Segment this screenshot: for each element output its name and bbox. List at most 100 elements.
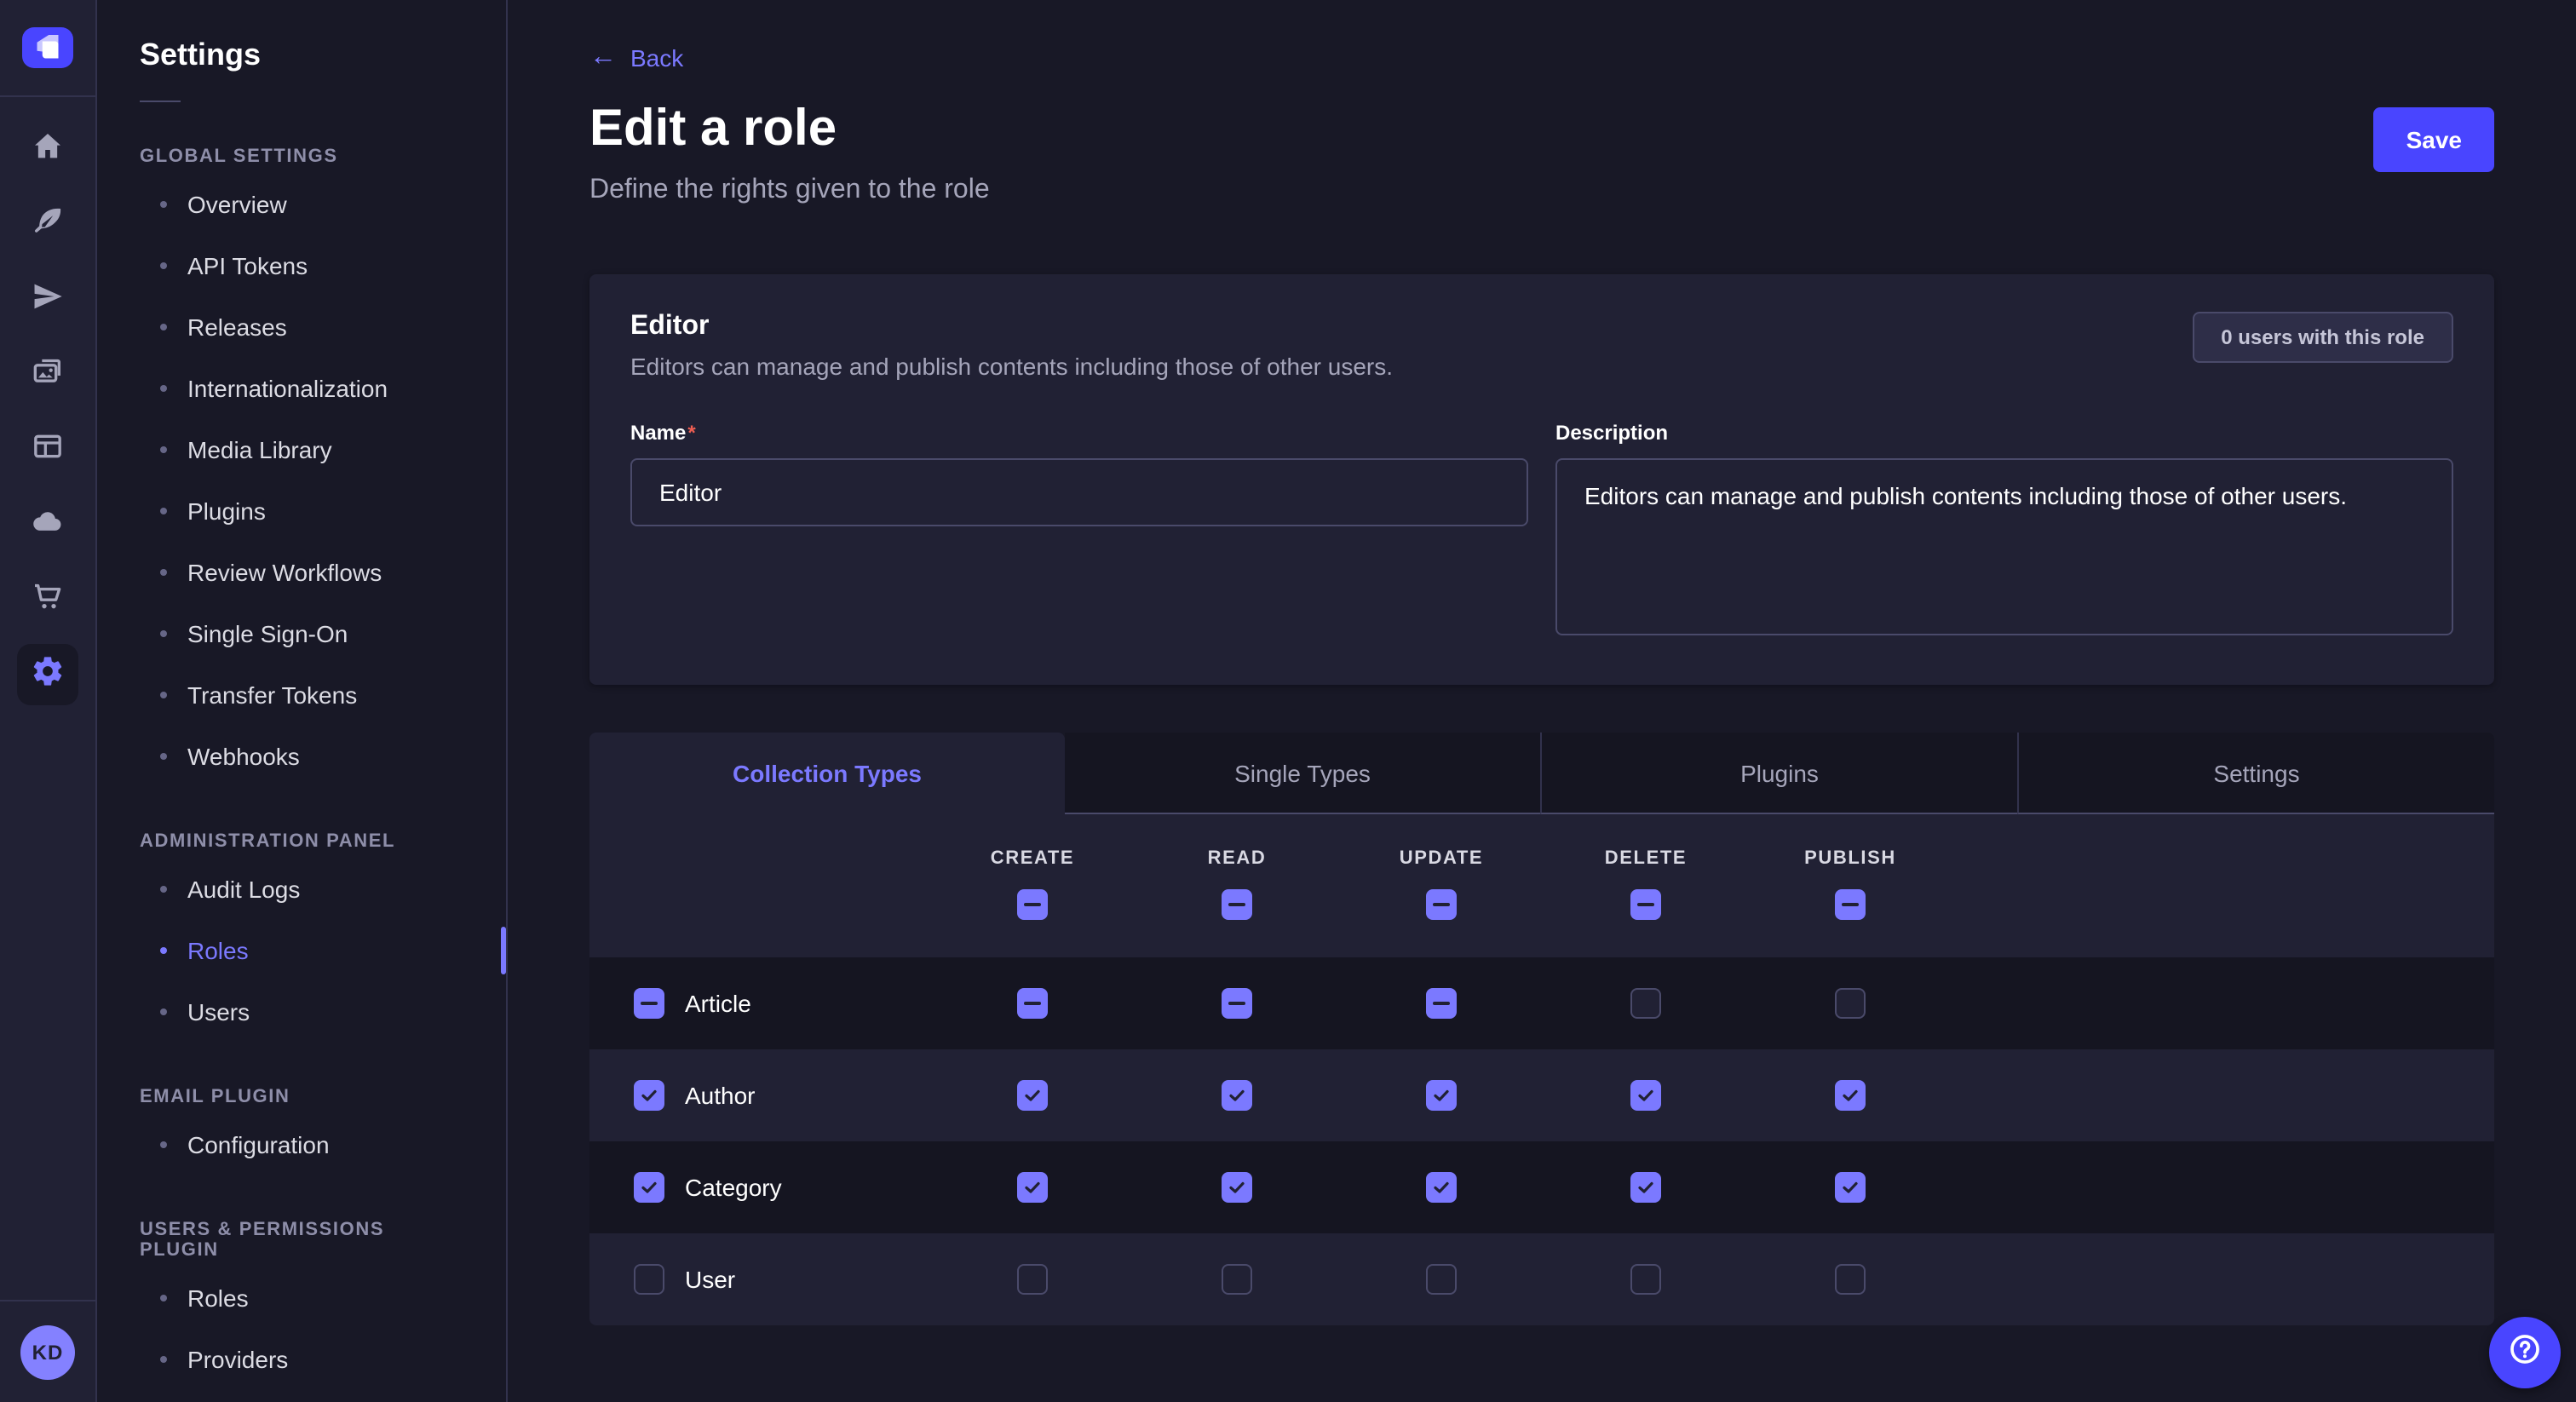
help-button[interactable] <box>2489 1317 2561 1388</box>
permission-row-user: User <box>589 1233 2494 1325</box>
bullet-icon <box>160 1141 167 1148</box>
sidebar-item-releases[interactable]: Releases <box>99 296 506 358</box>
bullet-icon <box>160 630 167 637</box>
main-content: ← Back Edit a role Define the rights giv… <box>508 0 2576 1402</box>
required-asterisk: * <box>687 421 695 445</box>
permissions-rows: ArticleAuthorCategoryUser <box>589 957 2494 1325</box>
question-mark-icon <box>2506 1330 2544 1376</box>
paper-plane-icon <box>31 279 65 321</box>
user-delete-checkbox[interactable] <box>1630 1264 1661 1295</box>
strapi-logo-icon <box>22 27 73 68</box>
cloud-icon <box>31 503 65 546</box>
sidebar-item-webhooks[interactable]: Webhooks <box>99 726 506 787</box>
cart-icon <box>31 578 65 621</box>
select-all-update-checkbox[interactable] <box>1426 889 1457 920</box>
rail-nav-layout[interactable] <box>0 412 96 487</box>
sidebar-item-plugins[interactable]: Plugins <box>99 480 506 542</box>
author-create-checkbox[interactable] <box>1017 1080 1048 1111</box>
sidebar-item-audit-logs[interactable]: Audit Logs <box>99 859 506 920</box>
sidebar-item-providers[interactable]: Providers <box>99 1329 506 1390</box>
article-update-checkbox[interactable] <box>1426 988 1457 1019</box>
bullet-icon <box>160 886 167 893</box>
sidebar-item-single-sign-on[interactable]: Single Sign-On <box>99 603 506 664</box>
sidebar-item-api-tokens[interactable]: API Tokens <box>99 235 506 296</box>
sidebar-item-configuration[interactable]: Configuration <box>99 1114 506 1175</box>
permission-row-category: Category <box>589 1141 2494 1233</box>
sidebar-item-label: Review Workflows <box>187 559 382 586</box>
tab-plugins[interactable]: Plugins <box>1540 733 2017 814</box>
rail-nav-gear[interactable] <box>0 637 96 712</box>
user-publish-checkbox[interactable] <box>1835 1264 1866 1295</box>
strapi-logo-button[interactable] <box>0 0 95 97</box>
rail-nav-paper-plane[interactable] <box>0 262 96 337</box>
article-publish-checkbox[interactable] <box>1835 988 1866 1019</box>
sidebar-item-review-workflows[interactable]: Review Workflows <box>99 542 506 603</box>
user-create-checkbox[interactable] <box>1017 1264 1048 1295</box>
gear-icon <box>31 653 65 696</box>
column-header-publish: PUBLISH <box>1804 848 1896 869</box>
name-input[interactable] <box>630 458 1528 526</box>
feather-icon <box>31 204 65 246</box>
page-subtitle: Define the rights given to the role <box>589 175 990 206</box>
permissions-section: Collection TypesSingle TypesPluginsSetti… <box>589 733 2494 1325</box>
user-read-checkbox[interactable] <box>1222 1264 1252 1295</box>
user-row-checkbox[interactable] <box>634 1264 664 1295</box>
title-divider <box>140 101 181 102</box>
author-update-checkbox[interactable] <box>1426 1080 1457 1111</box>
icon-rail: KD <box>0 0 97 1402</box>
user-update-checkbox[interactable] <box>1426 1264 1457 1295</box>
tab-collection-types[interactable]: Collection Types <box>589 733 1065 814</box>
sidebar-item-users[interactable]: Users <box>99 981 506 1043</box>
save-button[interactable]: Save <box>2374 107 2494 172</box>
category-read-checkbox[interactable] <box>1222 1172 1252 1203</box>
row-label-article: Article <box>685 990 751 1017</box>
tab-single-types[interactable]: Single Types <box>1065 733 1540 814</box>
category-row-checkbox[interactable] <box>634 1172 664 1203</box>
category-delete-checkbox[interactable] <box>1630 1172 1661 1203</box>
sidebar-item-label: API Tokens <box>187 252 308 279</box>
sidebar-item-overview[interactable]: Overview <box>99 174 506 235</box>
sidebar-item-label: Roles <box>187 1284 249 1312</box>
rail-nav-media[interactable] <box>0 337 96 412</box>
rail-nav-cart[interactable] <box>0 562 96 637</box>
sidebar-item-transfer-tokens[interactable]: Transfer Tokens <box>99 664 506 726</box>
sidebar-item-label: Transfer Tokens <box>187 681 357 709</box>
article-create-checkbox[interactable] <box>1017 988 1048 1019</box>
users-with-role-button[interactable]: 0 users with this role <box>2192 312 2453 363</box>
sidebar-item-internationalization[interactable]: Internationalization <box>99 358 506 419</box>
sidebar-item-roles[interactable]: Roles <box>99 920 506 981</box>
role-details-card: Editor Editors can manage and publish co… <box>589 274 2494 685</box>
author-row-checkbox[interactable] <box>634 1080 664 1111</box>
row-label-category: Category <box>685 1174 782 1201</box>
select-all-create-checkbox[interactable] <box>1017 889 1048 920</box>
sidebar-item-label: Overview <box>187 191 287 218</box>
name-field-label: Name* <box>630 421 1528 445</box>
category-create-checkbox[interactable] <box>1017 1172 1048 1203</box>
category-publish-checkbox[interactable] <box>1835 1172 1866 1203</box>
sidebar-item-label: Plugins <box>187 497 266 525</box>
author-publish-checkbox[interactable] <box>1835 1080 1866 1111</box>
section-header-global-settings: GLOBAL SETTINGS <box>99 147 506 167</box>
rail-nav-home[interactable] <box>0 112 96 187</box>
description-field-label: Description <box>1555 421 2453 445</box>
article-read-checkbox[interactable] <box>1222 988 1252 1019</box>
back-link[interactable]: ← Back <box>589 44 683 72</box>
avatar[interactable]: KD <box>20 1324 75 1379</box>
select-all-delete-checkbox[interactable] <box>1630 889 1661 920</box>
article-row-checkbox[interactable] <box>634 988 664 1019</box>
tab-settings[interactable]: Settings <box>2017 733 2494 814</box>
bullet-icon <box>160 262 167 269</box>
author-read-checkbox[interactable] <box>1222 1080 1252 1111</box>
description-textarea[interactable]: Editors can manage and publish contents … <box>1555 458 2453 635</box>
sidebar-item-media-library[interactable]: Media Library <box>99 419 506 480</box>
author-delete-checkbox[interactable] <box>1630 1080 1661 1111</box>
row-label-user: User <box>685 1266 735 1293</box>
sidebar-item-roles[interactable]: Roles <box>99 1267 506 1329</box>
category-update-checkbox[interactable] <box>1426 1172 1457 1203</box>
select-all-read-checkbox[interactable] <box>1222 889 1252 920</box>
rail-nav-feather[interactable] <box>0 187 96 262</box>
article-delete-checkbox[interactable] <box>1630 988 1661 1019</box>
sidebar-item-label: Internationalization <box>187 375 388 402</box>
select-all-publish-checkbox[interactable] <box>1835 889 1866 920</box>
rail-nav-cloud[interactable] <box>0 487 96 562</box>
